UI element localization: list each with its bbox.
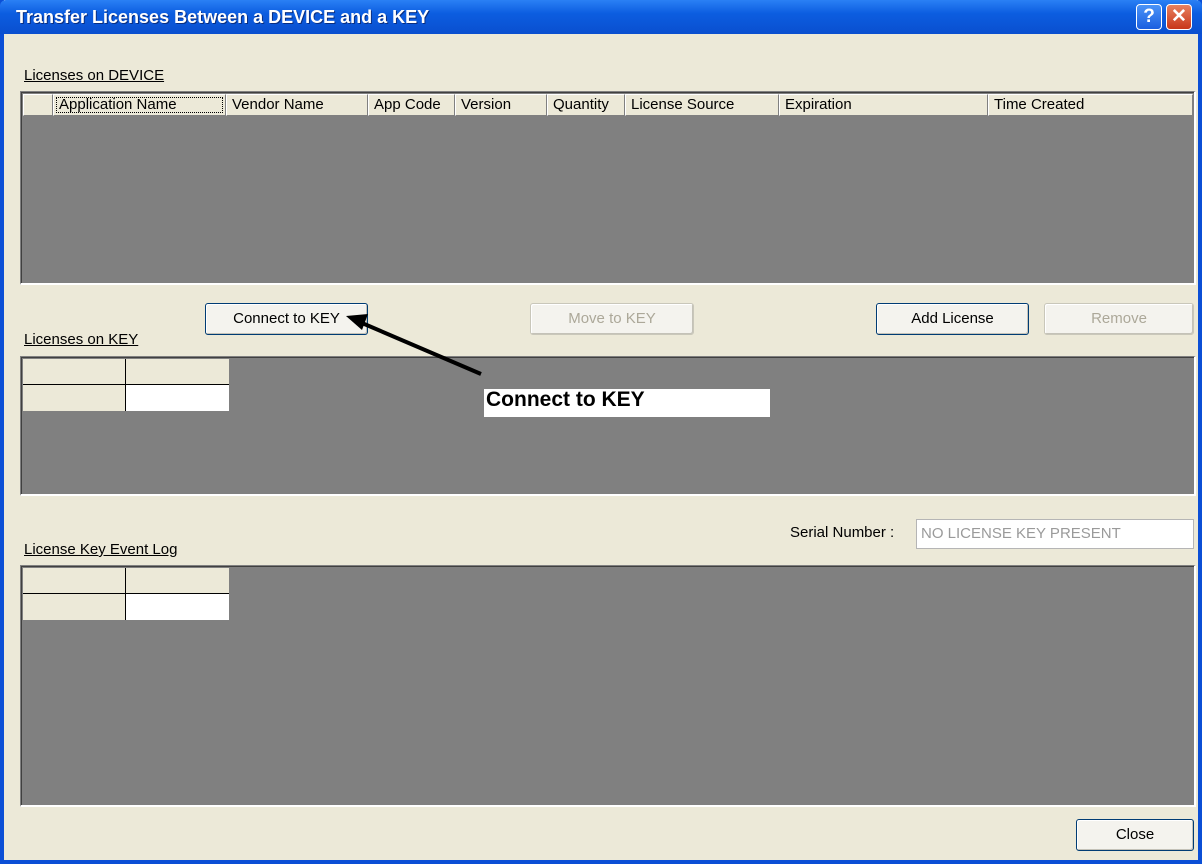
annotation-arrow-icon (346, 314, 482, 376)
